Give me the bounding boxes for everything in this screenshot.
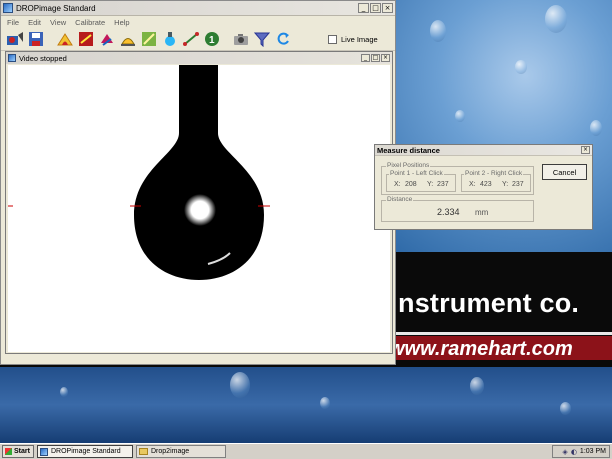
- close-button[interactable]: ×: [382, 3, 393, 13]
- dropimage-task-icon: [40, 447, 48, 456]
- network-icon[interactable]: ◈: [562, 448, 567, 456]
- point1-x-value: 208: [405, 181, 417, 188]
- ruler-icon[interactable]: [139, 30, 159, 49]
- point2-x-label: X:: [469, 181, 476, 188]
- tilt-icon[interactable]: [97, 30, 117, 49]
- one-icon[interactable]: 1: [202, 30, 222, 49]
- video-minimize-button[interactable]: _: [361, 54, 370, 62]
- sessile-drop-icon[interactable]: [118, 30, 138, 49]
- volume-icon[interactable]: ◐: [571, 448, 577, 456]
- contact-angle-icon[interactable]: [55, 30, 75, 49]
- clock[interactable]: 1:03 PM: [580, 448, 606, 455]
- live-image-toggle[interactable]: Live Image: [328, 34, 378, 44]
- minimize-button[interactable]: _: [358, 3, 369, 13]
- point1-y-value: 237: [437, 181, 449, 188]
- taskbar-item-label: DROPimage Standard: [51, 448, 121, 455]
- drop-highlight: [184, 194, 216, 226]
- menu-help[interactable]: Help: [114, 18, 129, 27]
- pixel-positions-label: Pixel Positions: [386, 162, 431, 169]
- camera-settings-icon[interactable]: [231, 30, 251, 49]
- taskbar-item-dropimage[interactable]: DROPimage Standard: [37, 445, 133, 458]
- dispensing-needle: [179, 65, 218, 135]
- wallpaper-bottom: [0, 367, 612, 443]
- point1-x-label: X:: [394, 181, 401, 188]
- banner-url-text: www.ramehart.com: [389, 338, 573, 360]
- video-close-button[interactable]: ×: [381, 54, 390, 62]
- app-titlebar[interactable]: DROPimage Standard _ □ ×: [1, 1, 395, 16]
- distance-unit: mm: [475, 208, 489, 217]
- measure-red-icon[interactable]: [76, 30, 96, 49]
- live-image-label: Live Image: [341, 34, 378, 44]
- distance-value: 2.334: [437, 207, 460, 217]
- app-title: DROPimage Standard: [16, 3, 96, 13]
- system-tray: ◈ ◐ 1:03 PM: [552, 445, 610, 458]
- dialog-title: Measure distance: [377, 145, 440, 155]
- measure-distance-dialog: Measure distance × Pixel Positions Point…: [374, 144, 593, 230]
- toolbar: 1 Live Image: [1, 28, 395, 51]
- taskbar: Start DROPimage Standard Drop2image ◈ ◐ …: [0, 443, 612, 459]
- taskbar-item-drop2image[interactable]: Drop2image: [136, 445, 226, 458]
- save-icon[interactable]: [26, 30, 46, 49]
- folder-icon: [139, 448, 148, 455]
- app-icon: [3, 3, 13, 13]
- point1-group: Point 1 - Left Click X: 208 Y: 237: [386, 170, 456, 192]
- point2-y-value: 237: [512, 181, 524, 188]
- maximize-button[interactable]: □: [370, 3, 381, 13]
- point1-y-label: Y:: [427, 181, 434, 188]
- pixel-positions-group: Pixel Positions Point 1 - Left Click X: …: [381, 162, 534, 195]
- point2-group: Point 2 - Right Click X: 423 Y: 237: [461, 170, 531, 192]
- dialog-close-button[interactable]: ×: [581, 146, 590, 154]
- video-titlebar[interactable]: Video stopped _ □ ×: [6, 52, 392, 64]
- taskbar-item-label: Drop2image: [151, 448, 190, 455]
- live-image-checkbox[interactable]: [328, 34, 337, 44]
- windows-logo-icon: [5, 448, 12, 455]
- menu-bar: File Edit View Calibrate Help: [1, 16, 395, 28]
- video-maximize-button[interactable]: □: [371, 54, 380, 62]
- banner-company-text: nstrument co.: [398, 288, 580, 318]
- dialog-titlebar[interactable]: Measure distance ×: [375, 145, 592, 156]
- video-window: Video stopped _ □ ×: [5, 51, 393, 354]
- point2-y-label: Y:: [502, 181, 509, 188]
- pendant-drop-icon[interactable]: [160, 30, 180, 49]
- video-window-icon: [8, 54, 16, 62]
- distance-group: Distance 2.334 mm: [381, 196, 534, 222]
- video-image[interactable]: [8, 65, 390, 352]
- svg-text:1: 1: [209, 35, 215, 46]
- distance-label: Distance: [386, 196, 414, 203]
- point2-x-value: 423: [480, 181, 492, 188]
- dropimage-window: DROPimage Standard _ □ × File Edit View …: [0, 0, 396, 365]
- menu-edit[interactable]: Edit: [28, 18, 41, 27]
- menu-calibrate[interactable]: Calibrate: [75, 18, 105, 27]
- camera-icon[interactable]: [5, 30, 25, 49]
- video-window-title: Video stopped: [19, 53, 67, 63]
- start-button[interactable]: Start: [2, 445, 34, 458]
- menu-file[interactable]: File: [7, 18, 19, 27]
- point1-label: Point 1 - Left Click: [389, 170, 444, 177]
- line-measure-icon[interactable]: [181, 30, 201, 49]
- refresh-icon[interactable]: [273, 30, 293, 49]
- funnel-icon[interactable]: [252, 30, 272, 49]
- point2-label: Point 2 - Right Click: [464, 170, 524, 177]
- start-label: Start: [14, 448, 30, 455]
- cancel-button[interactable]: Cancel: [542, 164, 587, 180]
- menu-view[interactable]: View: [50, 18, 66, 27]
